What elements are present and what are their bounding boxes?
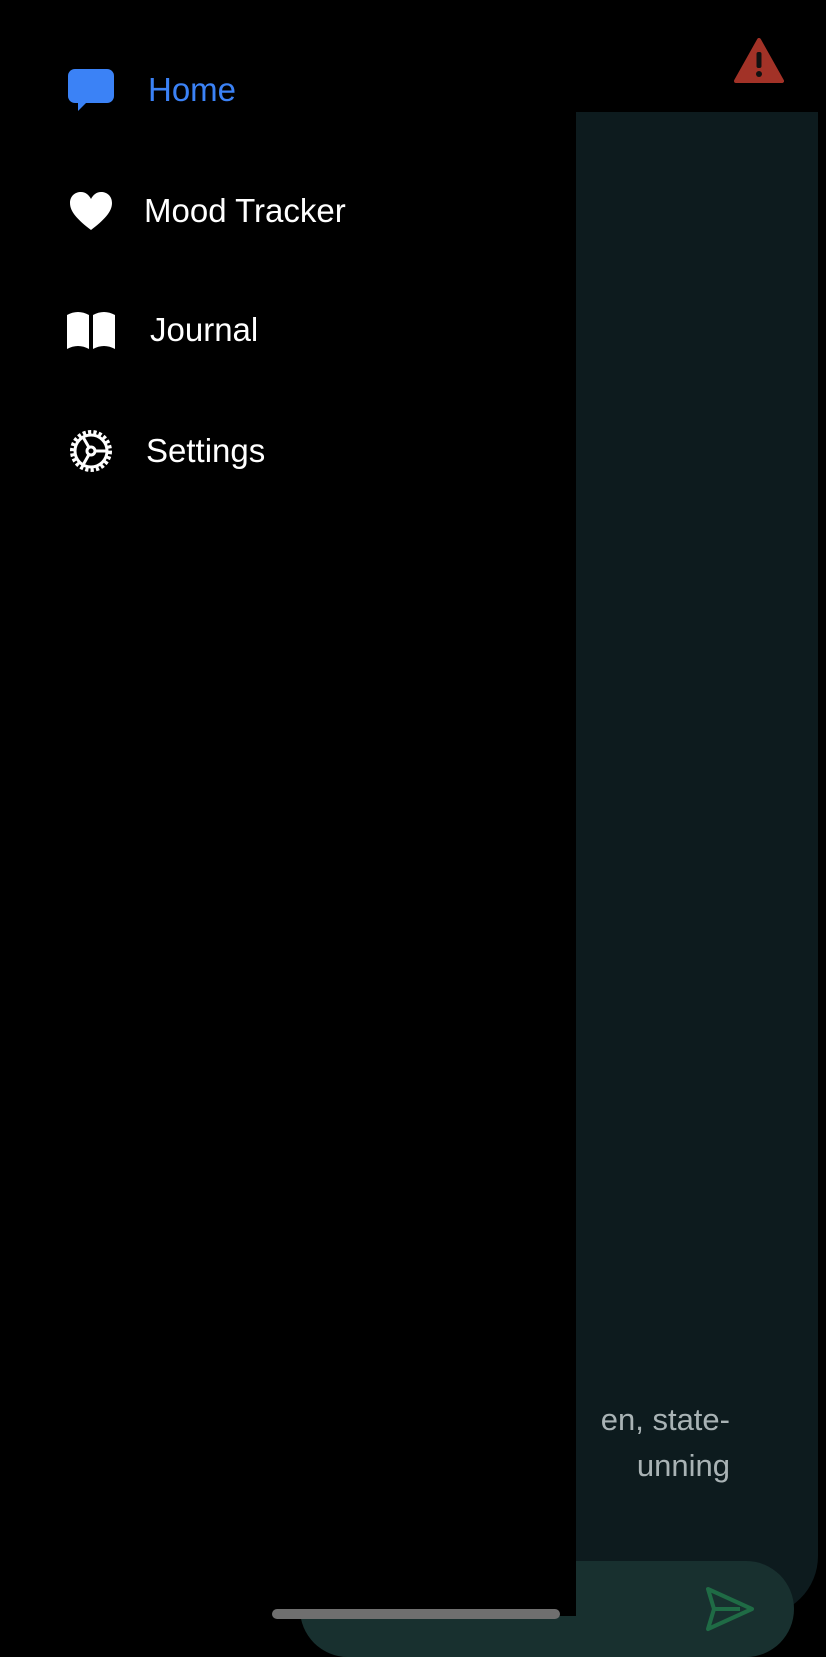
- drawer-item-label: Home: [148, 71, 237, 108]
- chat-bubble-icon: [64, 63, 118, 117]
- navigation-drawer: Home Mood Tracker Journal Settings: [0, 0, 576, 1616]
- send-icon[interactable]: [704, 1583, 756, 1635]
- drawer-item-settings[interactable]: Settings: [64, 421, 265, 481]
- heart-icon: [64, 184, 118, 238]
- drawer-item-journal[interactable]: Journal: [64, 300, 258, 360]
- drawer-item-label: Mood Tracker: [144, 192, 346, 229]
- drawer-item-label: Settings: [146, 432, 266, 469]
- home-indicator[interactable]: [272, 1609, 560, 1619]
- warning-icon[interactable]: [734, 38, 784, 84]
- gear-icon: [64, 424, 118, 478]
- drawer-item-label: Journal: [150, 311, 259, 348]
- book-icon: [64, 303, 118, 357]
- drawer-item-home[interactable]: Home: [64, 60, 236, 120]
- drawer-item-mood-tracker[interactable]: Mood Tracker: [64, 181, 346, 241]
